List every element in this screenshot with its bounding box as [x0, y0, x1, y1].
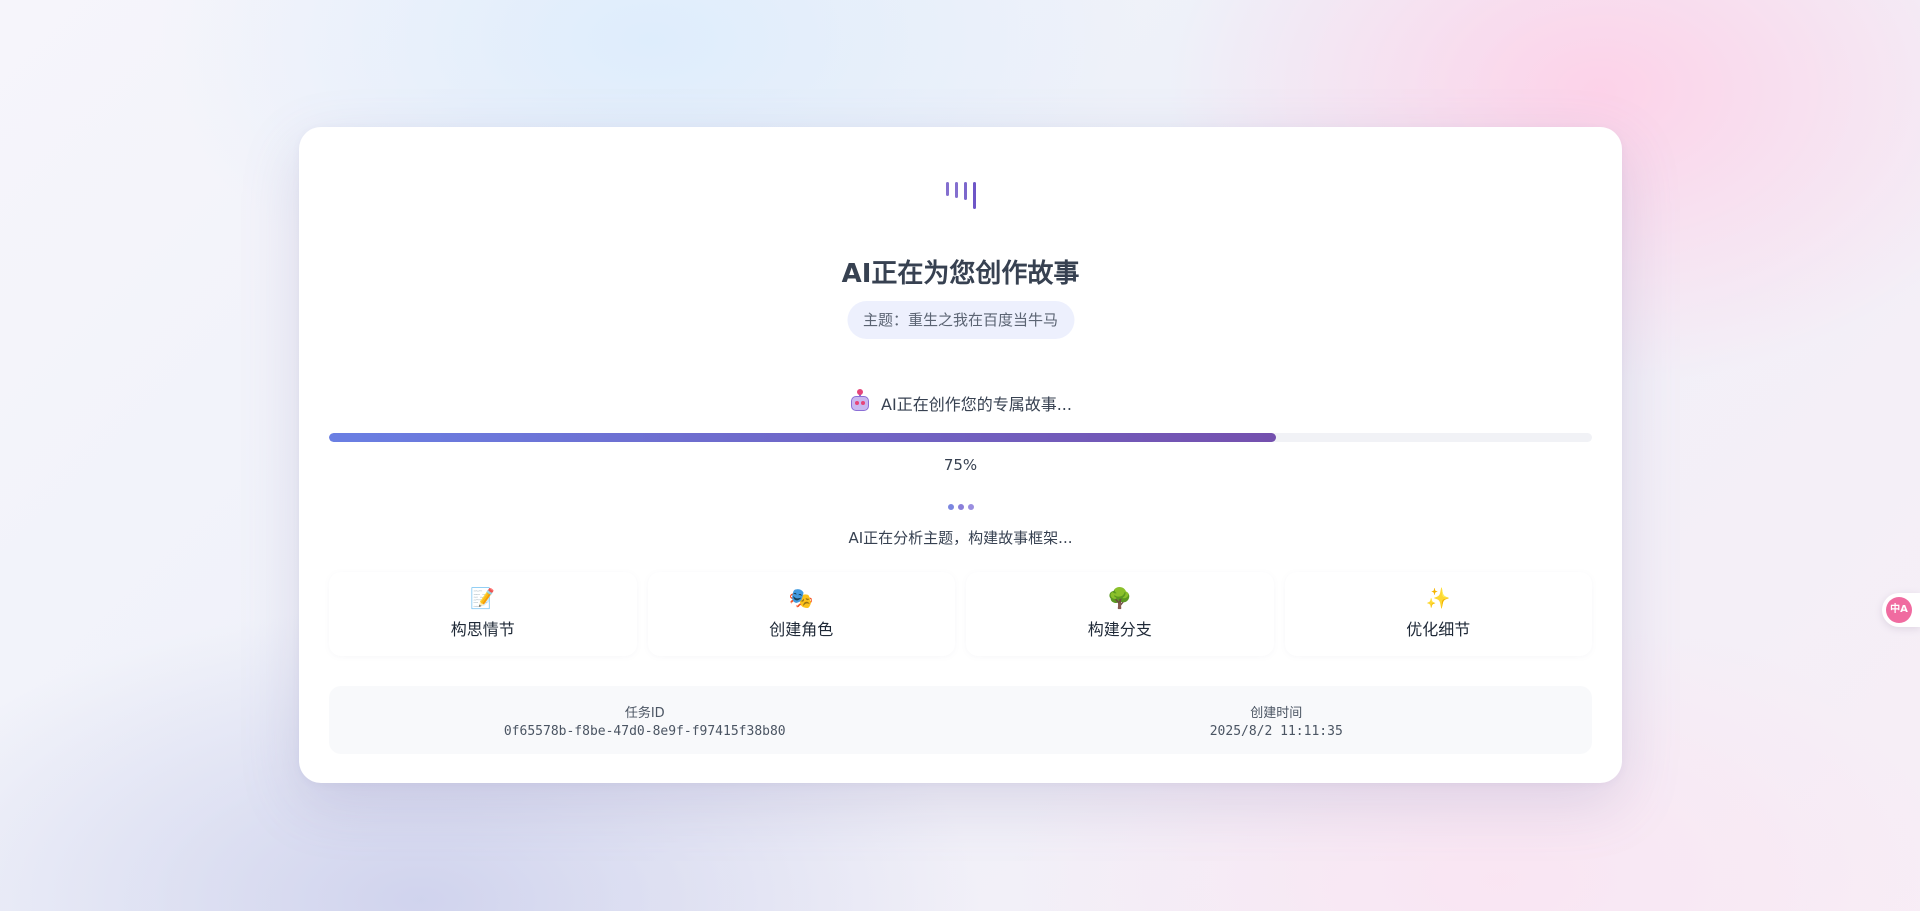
task-meta: 任务ID 0f65578b-f8be-47d0-8e9f-f97415f38b8… [329, 686, 1592, 754]
created-time: 创建时间 2025/8/2 11:11:35 [961, 686, 1593, 754]
loading-dots-icon [299, 504, 1622, 510]
tree-icon: 🌳 [1107, 586, 1133, 610]
page-title: AI正在为您创作故事 [841, 259, 1080, 289]
step-card-plot: 📝 构思情节 [329, 572, 637, 656]
step-card-characters: 🎭 创建角色 [647, 572, 955, 656]
task-id-label: 任务ID [624, 705, 665, 721]
sound-bars-icon [299, 182, 1622, 210]
theater-masks-icon: 🎭 [788, 586, 814, 610]
robot-icon [849, 389, 871, 414]
step-card-details: ✨ 优化细节 [1284, 572, 1592, 656]
sparkles-icon: ✨ [1425, 586, 1451, 610]
task-id: 任务ID 0f65578b-f8be-47d0-8e9f-f97415f38b8… [329, 686, 961, 754]
step-label: 创建角色 [769, 620, 834, 639]
memo-icon: 📝 [470, 586, 496, 610]
story-progress-card: AI正在为您创作故事 主题：重生之我在百度当牛马 AI正在创作您的专属故事...… [299, 127, 1622, 783]
step-label: 构建分支 [1087, 620, 1152, 639]
progress-bar [329, 433, 1592, 442]
created-time-value: 2025/8/2 11:11:35 [1209, 723, 1343, 739]
step-label: 优化细节 [1406, 620, 1471, 639]
progress-status: AI正在创作您的专属故事... [299, 389, 1622, 415]
progress-percent: 75% [943, 456, 978, 474]
translate-button[interactable]: 中A [1882, 593, 1920, 627]
created-time-label: 创建时间 [1250, 705, 1303, 721]
progress-bar-fill [329, 433, 1277, 442]
activity-message: AI正在分析主题，构建故事框架... [848, 529, 1073, 547]
step-label: 构思情节 [450, 620, 515, 639]
translate-icon: 中A [1886, 597, 1912, 623]
step-card-branches: 🌳 构建分支 [966, 572, 1274, 656]
task-id-value: 0f65578b-f8be-47d0-8e9f-f97415f38b80 [503, 723, 786, 739]
topic-badge: 主题：重生之我在百度当牛马 [846, 301, 1075, 339]
progress-status-text: AI正在创作您的专属故事... [881, 395, 1072, 414]
step-list: 📝 构思情节 🎭 创建角色 🌳 构建分支 ✨ 优化细节 [329, 572, 1592, 656]
